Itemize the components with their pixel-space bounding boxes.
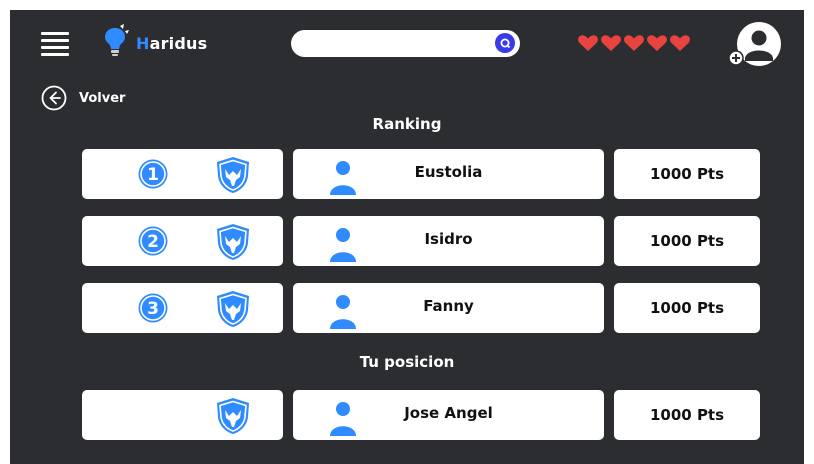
player-name: Jose Angel bbox=[404, 404, 493, 422]
rank-number-icon: 3 bbox=[138, 293, 168, 323]
player-name: Isidro bbox=[424, 230, 473, 248]
back-label: Volver bbox=[79, 90, 126, 106]
back-arrow-icon bbox=[41, 85, 67, 111]
points-value: 1000 Pts bbox=[649, 299, 725, 317]
my-position-title: Tu posicion bbox=[359, 353, 455, 371]
svg-text:3: 3 bbox=[147, 299, 159, 319]
points-card: 1000 Pts bbox=[614, 283, 760, 333]
back-button[interactable]: Volver bbox=[40, 84, 125, 112]
svg-text:1: 1 bbox=[147, 165, 159, 185]
rank-number-icon: 2 bbox=[138, 226, 168, 256]
user-add-icon[interactable] bbox=[724, 20, 784, 72]
player-card[interactable]: Fanny bbox=[293, 283, 604, 333]
lightbulb-icon bbox=[105, 24, 129, 56]
points-value: 1000 Pts bbox=[649, 165, 725, 183]
search-icon bbox=[500, 38, 511, 49]
points-card: 1000 Pts bbox=[614, 216, 760, 266]
rank-card: 2 bbox=[82, 216, 283, 266]
points-value: 1000 Pts bbox=[649, 406, 725, 424]
player-name: Eustolia bbox=[414, 163, 483, 181]
shield-eagle-icon bbox=[217, 398, 249, 434]
heart-icon bbox=[578, 35, 598, 51]
points-card: 1000 Pts bbox=[614, 390, 760, 440]
menu-bar bbox=[41, 39, 69, 42]
app-title-initial: H bbox=[136, 34, 150, 53]
menu-bar bbox=[41, 46, 69, 49]
heart-icon bbox=[624, 35, 644, 51]
shield-eagle-icon bbox=[217, 224, 249, 260]
lives-indicator bbox=[577, 33, 691, 53]
player-card[interactable]: Isidro bbox=[293, 216, 604, 266]
menu-icon[interactable] bbox=[41, 32, 69, 56]
app-title: Haridus bbox=[136, 34, 207, 53]
rank-number-icon: 1 bbox=[138, 159, 168, 189]
points-value: 1000 Pts bbox=[649, 232, 725, 250]
player-card[interactable]: Eustolia bbox=[293, 149, 604, 199]
shield-eagle-icon bbox=[217, 291, 249, 327]
heart-icon bbox=[647, 35, 667, 51]
app-title-rest: aridus bbox=[149, 34, 208, 53]
search-input[interactable] bbox=[303, 33, 487, 56]
menu-bar bbox=[41, 32, 69, 35]
shield-eagle-icon bbox=[217, 157, 249, 193]
rank-card: 1 bbox=[82, 149, 283, 199]
menu-bar bbox=[41, 53, 69, 56]
rank-card bbox=[82, 390, 283, 440]
rank-card: 3 bbox=[82, 283, 283, 333]
player-name: Fanny bbox=[423, 297, 474, 315]
svg-text:2: 2 bbox=[147, 232, 159, 252]
player-card[interactable]: Jose Angel bbox=[293, 390, 604, 440]
heart-icon bbox=[601, 35, 621, 51]
search-button[interactable] bbox=[495, 33, 515, 53]
points-card: 1000 Pts bbox=[614, 149, 760, 199]
heart-icon bbox=[670, 35, 690, 51]
ranking-title: Ranking bbox=[372, 115, 442, 133]
search-bar bbox=[291, 30, 520, 57]
